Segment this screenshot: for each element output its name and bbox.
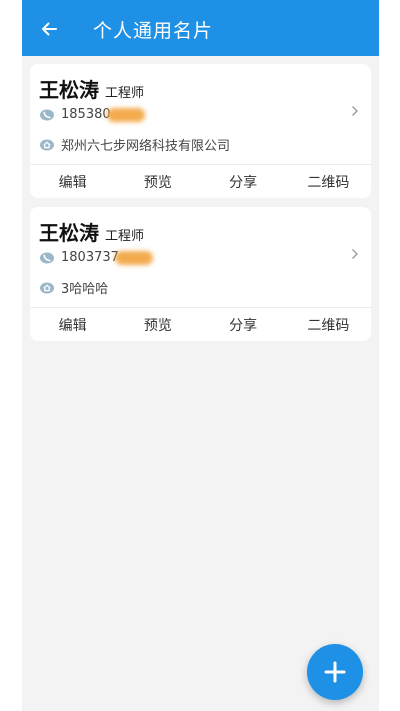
preview-button[interactable]: 预览 xyxy=(115,165,200,198)
business-card: 王松涛 工程师 185380 郑州六七步网络科技有限公司 编辑 预览 分享 二维… xyxy=(30,64,371,198)
business-card: 王松涛 工程师 1803737 3哈哈哈 编辑 预览 分享 二维码 xyxy=(30,207,371,341)
add-card-button[interactable] xyxy=(307,644,363,700)
chevron-right-icon xyxy=(350,247,360,261)
card-phone: 185380 xyxy=(61,107,111,122)
phone-icon xyxy=(39,251,55,265)
address-row: 3哈哈哈 xyxy=(39,278,108,297)
plus-icon xyxy=(324,661,346,683)
preview-button[interactable]: 预览 xyxy=(115,308,200,341)
card-info[interactable]: 王松涛 工程师 185380 郑州六七步网络科技有限公司 xyxy=(30,64,371,158)
qrcode-button[interactable]: 二维码 xyxy=(286,308,371,341)
card-actions: 编辑 预览 分享 二维码 xyxy=(30,307,371,341)
card-job-title: 工程师 xyxy=(105,86,145,101)
arrow-left-icon xyxy=(42,22,57,36)
edit-button[interactable]: 编辑 xyxy=(30,165,115,198)
home-icon xyxy=(39,281,55,295)
back-button[interactable] xyxy=(32,12,66,46)
card-address: 郑州六七步网络科技有限公司 xyxy=(61,139,231,154)
app-bar: 个人通用名片 xyxy=(22,0,379,56)
chevron-right-icon xyxy=(350,104,360,118)
card-address: 3哈哈哈 xyxy=(61,282,109,297)
card-info[interactable]: 王松涛 工程师 1803737 3哈哈哈 xyxy=(30,207,371,301)
card-name: 王松涛 xyxy=(39,78,99,102)
phone-row: 185380 xyxy=(39,107,145,122)
share-button[interactable]: 分享 xyxy=(201,165,286,198)
card-name: 王松涛 xyxy=(39,221,99,245)
home-icon xyxy=(39,138,55,152)
name-line: 王松涛 工程师 xyxy=(39,74,144,103)
address-row: 郑州六七步网络科技有限公司 xyxy=(39,135,230,154)
phone-icon xyxy=(39,108,55,122)
edit-button[interactable]: 编辑 xyxy=(30,308,115,341)
app-screen: 个人通用名片 王松涛 工程师 185380 郑州六七步网络科技有限公司 编辑 预… xyxy=(22,0,379,711)
share-button[interactable]: 分享 xyxy=(201,308,286,341)
card-actions: 编辑 预览 分享 二维码 xyxy=(30,164,371,198)
qrcode-button[interactable]: 二维码 xyxy=(286,165,371,198)
phone-redaction xyxy=(114,250,153,265)
phone-row: 1803737 xyxy=(39,250,153,265)
card-phone: 1803737 xyxy=(61,250,119,265)
name-line: 王松涛 工程师 xyxy=(39,217,144,246)
page-title: 个人通用名片 xyxy=(93,20,214,42)
phone-redaction xyxy=(106,107,145,122)
card-job-title: 工程师 xyxy=(105,229,145,244)
